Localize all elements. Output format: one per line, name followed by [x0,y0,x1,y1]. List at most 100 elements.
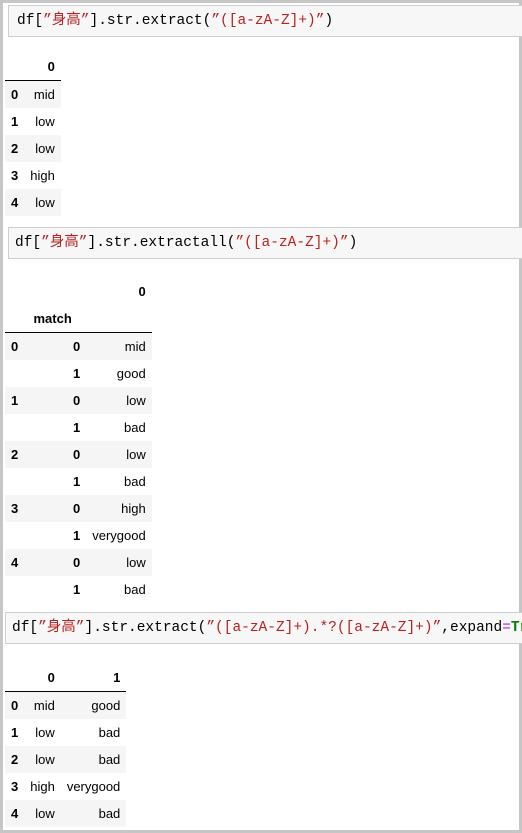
row-index: 0 [11,698,19,713]
table-cell: good [91,698,121,713]
code-token: ”([a-zA-Z]+)” [235,235,349,251]
row-index: 3 [11,501,19,516]
code-token: ,expand [441,620,503,636]
table-cell: good [116,366,146,381]
output-table-2: 0 match 0 0 mid 1 good 1 0 low 1 bad 2 0 low 1 bad 3 0 high… [5,278,152,603]
table-cell: verygood [66,779,121,794]
table-cell: verygood [92,528,146,543]
table-row: 3 0 high [5,495,152,522]
row-index: 4 [11,195,19,210]
table-row: 1 good [5,360,152,387]
table-row: 0 0 mid [5,332,152,360]
table-cell: high [30,168,55,183]
row-index: 3 [11,168,19,183]
code-token: ”([a-zA-Z]+).*?([a-zA-Z]+)” [206,620,442,636]
row-index: 2 [11,447,19,462]
index-name: match [5,305,87,333]
code-token: ”身高” [41,235,88,251]
row-index: 1 [11,725,19,740]
match-index: 1 [73,474,81,489]
row-index [5,522,24,549]
table-row: 1 verygood [5,522,152,549]
table-cell: low [35,752,55,767]
table-row: 4 low [5,189,61,216]
row-index: 4 [11,806,19,821]
row-index: 1 [11,114,19,129]
table-cell: bad [124,420,146,435]
table-cell: low [35,141,55,156]
match-index: 0 [73,339,81,354]
row-index [5,576,24,603]
table-cell: bad [98,806,121,821]
table-row: 1 bad [5,468,152,495]
match-index: 1 [73,528,81,543]
row-index: 4 [11,555,19,570]
table-row: 0 mid good [5,691,127,719]
table-row: 1 low [5,108,61,135]
code-token: ].str.extract( [84,620,207,636]
match-index: 1 [73,420,81,435]
column-header: 1 [60,664,127,692]
row-index [5,360,24,387]
code-cell-2[interactable]: df[”身高”].str.extractall(”([a-zA-Z]+)”) [8,227,522,259]
table-cell: low [35,195,55,210]
code-token: ”([a-zA-Z]+)” [211,13,325,29]
table-row: 2 low [5,135,61,162]
code-token: df[ [12,620,39,636]
row-index: 0 [11,339,19,354]
table-row: 3 high verygood [5,773,126,800]
column-header: 0 [24,664,61,692]
table-cell: high [121,501,146,516]
table-row: 1 low bad [5,719,126,746]
table-cell: bad [124,582,146,597]
output-table-3: 0 1 0 mid good 1 low bad 2 low bad 3 high verygood 4 lo… [5,664,127,827]
blank [86,305,152,333]
table-row: 0 mid [5,80,61,108]
code-cell-3[interactable]: df[”身高”].str.extract(”([a-zA-Z]+).*?([a-… [5,612,522,644]
code-token: = [502,620,511,636]
table-row: 1 0 low [5,387,152,414]
match-index: 0 [73,501,81,516]
row-index [5,468,24,495]
index-header-blank [5,664,25,692]
code-token: ].str.extract( [89,13,212,29]
code-token: ) [324,13,334,29]
column-header: 0 [138,284,146,299]
code-token: True [510,620,522,636]
row-index: 0 [11,87,19,102]
table-row: 2 0 low [5,441,152,468]
table-cell: bad [98,752,121,767]
table-row: 4 low bad [5,800,127,827]
match-index: 1 [73,582,81,597]
table-row: 1 bad [5,414,152,441]
table-row: 2 low bad [5,746,127,773]
row-index: 2 [11,141,19,156]
index-header-blank [5,53,25,81]
table-cell: low [126,447,146,462]
table-cell: mid [33,698,55,713]
table-cell: high [30,779,55,794]
code-token: ].str.extractall( [87,235,236,251]
table-row: 3 high [5,162,61,189]
table-row: 1 bad [5,576,152,603]
row-index: 1 [11,393,19,408]
table-cell: bad [124,474,146,489]
table-cell: low [35,806,55,821]
table-row: 4 0 low [5,549,152,576]
table-cell: bad [98,725,121,740]
row-index: 3 [11,779,19,794]
code-cell-1[interactable]: df[”身高”].str.extract(”([a-zA-Z]+)”) [8,5,522,37]
table-cell: mid [33,87,55,102]
table-cell: mid [124,339,146,354]
code-token: df[ [17,13,44,29]
table-cell: low [35,114,55,129]
table-cell: low [126,393,146,408]
code-token: ) [348,235,358,251]
column-header: 0 [24,53,61,81]
match-index: 0 [73,447,81,462]
index-header-blank [24,278,86,305]
index-header-blank [5,278,24,305]
match-index: 0 [73,393,81,408]
output-table-1: 0 0 mid 1 low 2 low 3 high 4 low [5,53,61,216]
row-index: 2 [11,752,19,767]
